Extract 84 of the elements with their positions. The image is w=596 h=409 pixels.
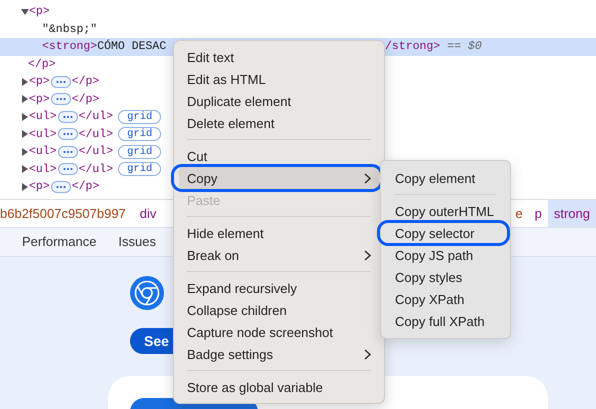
menu-item-label: Break on	[187, 248, 240, 262]
menu-item[interactable]: Duplicate element	[179, 90, 379, 112]
open-tag: <p>	[29, 92, 50, 106]
close-tag: </ul>	[78, 110, 114, 124]
menu-item-label: Delete element	[187, 116, 274, 130]
grid-badge[interactable]: grid	[118, 144, 162, 159]
menu-item-label: Badge settings	[187, 346, 274, 362]
ellipsis-icon[interactable]	[50, 180, 71, 193]
expand-triangle-icon[interactable]	[21, 78, 29, 86]
grid-badge[interactable]: grid	[118, 110, 162, 124]
open-tag: <p>	[29, 5, 50, 18]
menu-item-label: Paste	[187, 192, 220, 208]
grid-badge[interactable]: grid	[118, 162, 162, 176]
close-tag: </p>	[72, 75, 100, 88]
menu-item[interactable]: Delete element	[179, 112, 379, 134]
ellipsis-icon[interactable]	[50, 76, 71, 88]
menu-item[interactable]: Cut	[179, 145, 379, 167]
breadcrumb[interactable]: div	[132, 200, 164, 227]
open-tag: <p>	[29, 75, 50, 88]
menu-item[interactable]: Expand recursively	[179, 277, 379, 299]
node-text: CÓMO DESAC	[97, 40, 166, 54]
open-tag: <p>	[29, 180, 50, 194]
chevron-right-icon	[364, 348, 371, 360]
expand-triangle-icon[interactable]	[21, 130, 29, 138]
grid-badge[interactable]: grid	[118, 127, 162, 142]
close-tag: /strong>	[385, 40, 440, 54]
close-tag: </p>	[72, 92, 100, 106]
breadcrumb[interactable]: e	[509, 200, 529, 227]
expand-triangle-icon[interactable]	[21, 182, 29, 191]
close-tag: </ul>	[78, 128, 114, 141]
menu-item-label: Expand recursively	[187, 280, 297, 296]
menu-item[interactable]: Badge settings	[179, 343, 379, 365]
text-node-label: "&nbsp;"	[42, 22, 98, 36]
menu-item-label: Store as global variable	[187, 380, 323, 394]
expand-triangle-icon[interactable]	[21, 8, 29, 16]
open-tag: <ul>	[29, 162, 57, 176]
panel-tab[interactable]: Performance	[22, 228, 96, 256]
console-reference: == $0	[447, 40, 482, 54]
circle-logo-icon	[130, 276, 164, 310]
close-tag: </ul>	[78, 162, 114, 176]
menu-item[interactable]: Capture node screenshot	[179, 321, 379, 343]
menu-item-label: Cut	[187, 148, 208, 164]
menu-item[interactable]: Copy styles	[383, 266, 508, 288]
chevron-right-icon	[364, 250, 371, 260]
ellipsis-icon[interactable]	[50, 93, 71, 106]
menu-item-label: Collapse children	[187, 302, 287, 318]
expand-triangle-icon[interactable]	[21, 95, 29, 104]
expand-triangle-icon[interactable]	[21, 148, 29, 156]
open-tag: <ul>	[29, 128, 57, 141]
open-tag: <ul>	[29, 145, 57, 158]
menu-item[interactable]: Edit as HTML	[179, 68, 379, 90]
menu-item[interactable]: Edit text	[179, 46, 379, 68]
menu-item-label: Capture node screenshot	[187, 324, 333, 340]
ellipsis-icon[interactable]	[58, 163, 78, 176]
menu-item[interactable]: Collapse children	[179, 299, 379, 321]
menu-item-label: Copy	[187, 170, 218, 186]
menu-item[interactable]: Store as global variable	[179, 376, 379, 398]
menu-item[interactable]: Copy JS path	[383, 244, 508, 266]
menu-item[interactable]: Copy full XPath	[383, 310, 508, 332]
ellipsis-icon[interactable]	[58, 110, 78, 123]
expand-triangle-icon[interactable]	[21, 165, 29, 174]
menu-item-label: Edit as HTML	[187, 72, 266, 86]
menu-item-label: Hide element	[187, 226, 264, 240]
menu-item-label: Duplicate element	[187, 94, 292, 108]
chevron-right-icon	[364, 172, 371, 184]
breadcrumb[interactable]: strong	[548, 200, 596, 227]
ellipsis-icon[interactable]	[58, 128, 78, 140]
breadcrumb[interactable]: p	[528, 200, 548, 227]
panel-tab[interactable]: Issues	[118, 228, 156, 256]
expand-triangle-icon[interactable]	[21, 112, 29, 121]
menu-item-label: Edit text	[187, 50, 234, 64]
menu-item[interactable]: Break on	[179, 244, 379, 266]
close-tag: </p>	[28, 58, 56, 71]
menu-item[interactable]: Copy outerHTML	[383, 200, 508, 222]
ellipsis-icon[interactable]	[58, 146, 78, 158]
menu-item[interactable]: Hide element	[179, 222, 379, 244]
menu-item[interactable]: Copy	[179, 167, 379, 189]
open-tag: <ul>	[29, 110, 57, 124]
menu-item[interactable]: Copy XPath	[383, 288, 508, 310]
close-tag: </p>	[72, 180, 100, 194]
close-tag: </ul>	[78, 145, 114, 158]
menu-item[interactable]: Copy element	[383, 167, 508, 189]
open-tag: <strong>	[42, 40, 98, 54]
breadcrumb[interactable]: b6b2f5007c9507b997	[0, 200, 133, 227]
